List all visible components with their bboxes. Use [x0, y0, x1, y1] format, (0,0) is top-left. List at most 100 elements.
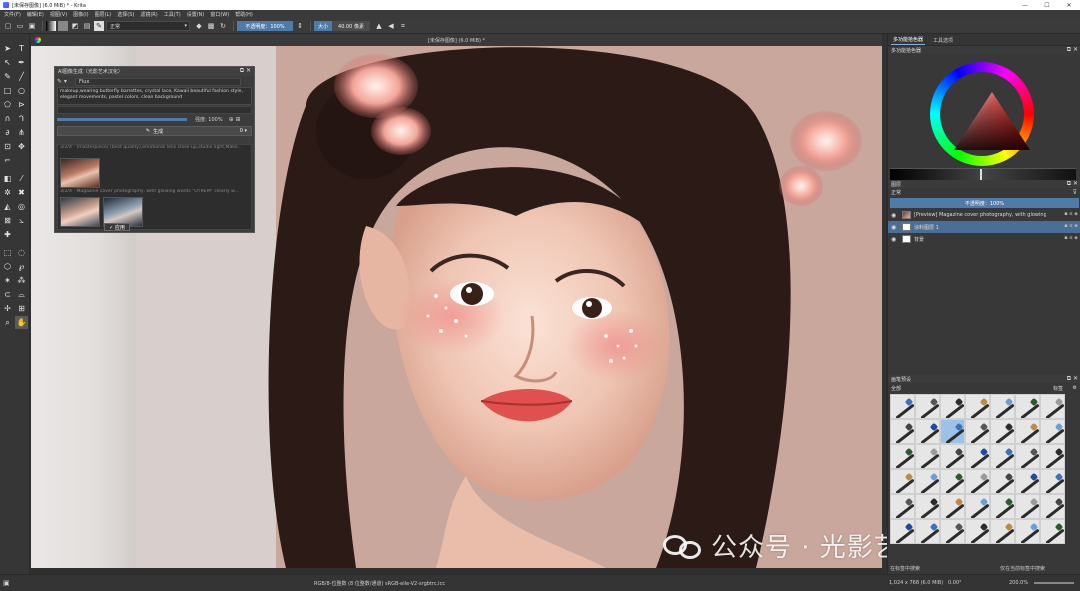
presets-view-icon[interactable]: ⚙	[1073, 385, 1077, 391]
rectangular-selection-tool-icon[interactable]: ⬚	[1, 246, 14, 259]
menu-file[interactable]: 文件(F)	[4, 11, 21, 18]
brush-preset-tile[interactable]	[890, 494, 915, 519]
brush-preset-tile[interactable]	[1015, 494, 1040, 519]
menu-tools[interactable]: 工具(T)	[164, 11, 181, 18]
layer-filter-icon[interactable]: ⊽	[1073, 189, 1077, 196]
blend-mode-select[interactable]: 正常	[106, 21, 190, 31]
layer-lock-alpha-icons[interactable]: ▪ ⍺ ◈	[1064, 235, 1078, 241]
layer-blend-select[interactable]: 正常	[891, 189, 901, 196]
edit-shapes-tool-icon[interactable]: ↖	[1, 56, 14, 69]
select-shapes-tool-icon[interactable]: ➤	[1, 42, 14, 55]
model-select[interactable]: Flux	[74, 77, 241, 86]
brush-preset-tile[interactable]	[965, 394, 990, 419]
calligraphy-tool-icon[interactable]: ✒	[15, 56, 28, 69]
magnetic-selection-tool-icon[interactable]: ⌓	[15, 288, 28, 301]
brush-preset-tile[interactable]	[990, 469, 1015, 494]
color-selector-controls[interactable]: ⧉ ✕	[1067, 46, 1078, 54]
strength-label[interactable]: 强度: 100%	[195, 116, 223, 123]
preserve-alpha-icon[interactable]: ▩	[206, 21, 216, 31]
pattern-swatch-icon[interactable]	[58, 21, 68, 31]
batch-count[interactable]: 0 ▾	[240, 128, 247, 134]
history-thumbnail-1[interactable]	[60, 158, 100, 188]
presets-controls[interactable]: ⧉ ✕	[1067, 375, 1078, 383]
menu-select[interactable]: 选择(S)	[117, 11, 134, 18]
brush-preset-tile[interactable]	[915, 394, 940, 419]
bezier-tool-icon[interactable]: ∩	[1, 112, 14, 125]
brush-preset-tile[interactable]	[940, 394, 965, 419]
maximize-button[interactable]: ☐	[1036, 0, 1058, 10]
bezier-selection-tool-icon[interactable]: ⊂	[1, 288, 14, 301]
brush-preset-tile[interactable]	[990, 519, 1015, 544]
polyline-tool-icon[interactable]: ⊳	[15, 98, 28, 111]
fill-tool-icon[interactable]: ◭	[1, 200, 14, 213]
color-picker-tool-icon[interactable]: ⁄	[15, 172, 28, 185]
brush-settings-icon[interactable]: ▤	[82, 21, 92, 31]
queue-icon[interactable]: ⊕ ⊞	[229, 116, 241, 123]
brush-preset-tile[interactable]	[1040, 519, 1065, 544]
brush-preset-tile[interactable]	[915, 519, 940, 544]
presets-search-option[interactable]: 仅在当前标签中搜索	[1000, 565, 1045, 572]
brush-preset-tile[interactable]	[890, 469, 915, 494]
brush-preset-tile[interactable]	[1015, 444, 1040, 469]
brush-preset-tile[interactable]	[1040, 469, 1065, 494]
brush-preset-tile[interactable]	[1015, 519, 1040, 544]
layers-controls[interactable]: ⧉ ✕	[1067, 180, 1078, 188]
brush-preset-tile[interactable]	[915, 419, 940, 444]
zoom-tool-icon[interactable]: ⌕	[1, 316, 14, 329]
menu-settings[interactable]: 设置(N)	[187, 11, 205, 18]
layer-row-background[interactable]: ◉ 背景 ▪ ⍺ ◈	[888, 233, 1080, 245]
brush-preset-tile[interactable]	[940, 494, 965, 519]
ellipse-tool-icon[interactable]: ○	[15, 84, 28, 97]
negative-prompt-textarea[interactable]	[57, 106, 252, 114]
polygonal-selection-tool-icon[interactable]: ⬡	[1, 260, 14, 273]
gradient-swatch-icon[interactable]	[46, 21, 56, 31]
spin-arrows-icon[interactable]: ⇕	[295, 21, 305, 31]
brush-preset-tile[interactable]	[1040, 444, 1065, 469]
brush-preset-tile[interactable]	[890, 419, 915, 444]
presets-tag-select[interactable]: 全部	[891, 385, 901, 392]
new-document-icon[interactable]: ▢	[3, 21, 13, 31]
assistant-selection-tool-icon[interactable]: ✢	[1, 302, 14, 315]
similar-selection-tool-icon[interactable]: ⁂	[15, 274, 28, 287]
history-thumbnail-2[interactable]	[60, 197, 100, 227]
mirror-vertical-icon[interactable]: ◀	[386, 21, 396, 31]
document-tab-title[interactable]: [未保存图像] (6.0 MiB) *	[428, 37, 485, 44]
menu-help[interactable]: 帮助(H)	[235, 11, 253, 18]
brush-preset-tile[interactable]	[940, 419, 965, 444]
layer-row-paint[interactable]: ◉ 涂料图层 1 ▪ ⍺ ◈	[888, 221, 1080, 233]
menu-filter[interactable]: 滤镜(R)	[140, 11, 157, 18]
fg-bg-color-icon[interactable]: ◩	[70, 21, 80, 31]
brush-preset-tile[interactable]	[890, 444, 915, 469]
move-tool-icon[interactable]: ✥	[15, 140, 28, 153]
crop-tool-icon[interactable]: ⊡	[1, 140, 14, 153]
brush-preset-tile[interactable]	[965, 419, 990, 444]
status-brush-icon[interactable]: ▣	[3, 579, 10, 587]
menu-edit[interactable]: 编辑(E)	[27, 11, 44, 18]
colorize-mask-tool-icon[interactable]: ✲	[1, 186, 14, 199]
visibility-eye-icon[interactable]: ◉	[891, 212, 899, 219]
brush-preset-tile[interactable]	[940, 469, 965, 494]
brush-preset-tile[interactable]	[990, 444, 1015, 469]
brush-preset-tile[interactable]	[965, 469, 990, 494]
menu-view[interactable]: 视图(V)	[50, 11, 67, 18]
line-tool-icon[interactable]: ╱	[15, 70, 28, 83]
gradient-tool-icon[interactable]: ◧	[1, 172, 14, 185]
brush-preset-tile[interactable]	[965, 494, 990, 519]
tab-color-selector[interactable]: 多功能拾色器	[891, 36, 926, 45]
brush-preset-tile[interactable]	[1040, 494, 1065, 519]
freehand-path-tool-icon[interactable]: ᒉ	[15, 112, 28, 125]
visibility-eye-icon[interactable]: ◉	[891, 224, 899, 231]
hue-ring[interactable]	[930, 62, 1034, 166]
brush-preset-tile[interactable]	[915, 494, 940, 519]
reload-preset-icon[interactable]: ↻	[218, 21, 228, 31]
ai-panel-window-controls[interactable]: ⧉ ✕	[240, 67, 251, 75]
apply-button[interactable]: ✓ 应用	[104, 223, 130, 231]
transform-tool-icon[interactable]: ⌐	[1, 154, 14, 167]
brush-preset-tile[interactable]	[890, 519, 915, 544]
menu-window[interactable]: 窗口(W)	[210, 11, 229, 18]
canvas-tab-bar[interactable]: [未保存图像] (6.0 MiB) *	[31, 34, 882, 46]
zoom-slider[interactable]	[1034, 582, 1074, 584]
brush-preset-tile[interactable]	[1015, 469, 1040, 494]
brush-preset-tile[interactable]	[1015, 394, 1040, 419]
freehand-brush-tool-icon[interactable]: ✎	[1, 70, 14, 83]
